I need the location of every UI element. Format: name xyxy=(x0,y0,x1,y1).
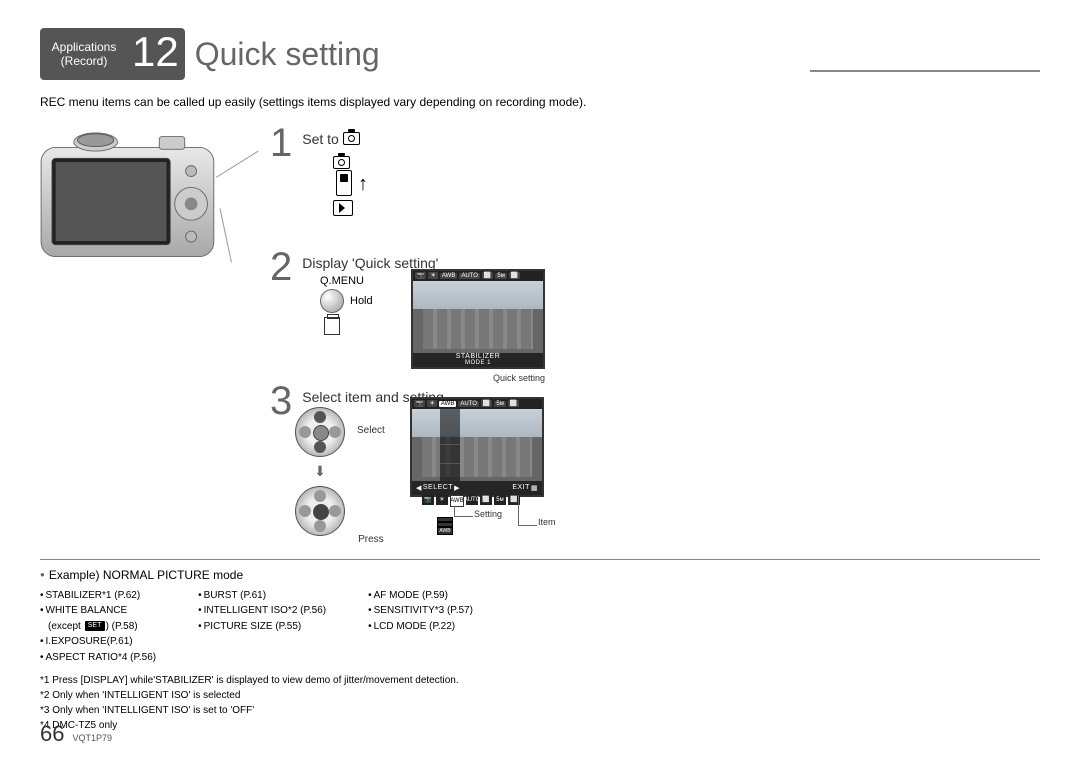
column-1: STABILIZER*1 (P.62) WHITE BALANCE (excep… xyxy=(40,588,156,666)
footnotes: *1 Press [DISPLAY] while'STABILIZER' is … xyxy=(40,673,1040,733)
item-label: Item xyxy=(538,517,556,527)
list-item: INTELLIGENT ISO*2 (P.56) xyxy=(198,603,326,619)
header-rule xyxy=(810,36,1040,72)
screen-stabilizer-label: STABILIZER xyxy=(456,353,501,360)
screen-preview-1: 📷☀AWBAUTO⬜5м⬜ STABILIZER MODE 1 Quick se… xyxy=(411,269,545,383)
trash-icon xyxy=(324,317,340,335)
screen-1-caption: Quick setting xyxy=(411,373,545,383)
list-item: AF MODE (P.59) xyxy=(368,588,473,604)
list-item: I.EXPOSURE(P.61) xyxy=(40,634,156,650)
qmenu-button-block: Q.MENU Hold xyxy=(320,275,373,335)
chapter-number: 12 xyxy=(128,28,185,80)
camera-icon xyxy=(343,132,360,145)
step-number: 2 xyxy=(270,249,292,285)
list-item: (except SET) (P.58) xyxy=(48,619,156,635)
select-label: Select xyxy=(357,425,385,436)
document-code: VQT1P79 xyxy=(72,733,112,743)
set-icon: SET xyxy=(85,621,105,631)
example-heading: Example) NORMAL PICTURE mode xyxy=(40,568,1040,582)
playback-icon xyxy=(333,200,353,216)
intro-text: REC menu items can be called up easily (… xyxy=(40,94,1040,111)
screen-mode-label: MODE 1 xyxy=(456,360,501,366)
list-item: PICTURE SIZE (P.55) xyxy=(198,619,326,635)
mode-switch-icons: ↑ xyxy=(333,155,368,216)
press-label: Press xyxy=(358,534,384,545)
rec-icon xyxy=(333,156,350,169)
qmenu-label: Q.MENU xyxy=(320,275,373,287)
page-number: 66 xyxy=(40,721,64,747)
settings-columns: STABILIZER*1 (P.62) WHITE BALANCE (excep… xyxy=(40,588,1040,666)
step-number: 3 xyxy=(270,383,292,419)
list-item: SENSITIVITY*3 (P.57) xyxy=(368,603,473,619)
dpad-press-icon xyxy=(295,486,345,536)
setting-label: Setting xyxy=(474,509,502,519)
screen-preview-2: 📷☀AWBAUTO⬜5м⬜ ◀SELECT▶ EXIT▦ xyxy=(410,397,544,497)
column-2: BURST (P.61) INTELLIGENT ISO*2 (P.56) PI… xyxy=(198,588,326,666)
camera-illustration xyxy=(32,117,232,292)
footnote-2: *2 Only when 'INTELLIGENT ISO' is select… xyxy=(40,688,1040,703)
dpad-select-icon xyxy=(295,407,345,457)
instruction-area: 1 Set to ↑ 2 Display 'Quick setting' Q.M… xyxy=(40,117,1040,557)
page-footer: 66 VQT1P79 xyxy=(40,721,112,747)
list-item: LCD MODE (P.22) xyxy=(368,619,473,635)
header-category: Applications (Record) xyxy=(40,36,128,73)
list-item: BURST (P.61) xyxy=(198,588,326,604)
list-item: WHITE BALANCE xyxy=(40,603,156,619)
switch-icon xyxy=(336,170,352,196)
footnote-3: *3 Only when 'INTELLIGENT ISO' is set to… xyxy=(40,703,1040,718)
footnote-4: *4 DMC-TZ5 only xyxy=(40,718,1040,733)
section-divider xyxy=(40,559,1040,560)
page-header: Applications (Record) 12 Quick setting xyxy=(40,28,1040,80)
hold-label: Hold xyxy=(350,295,373,307)
qmenu-button-icon xyxy=(320,289,344,313)
dpad-block: ⬇ Select Press xyxy=(295,407,385,545)
screen-exit-label: EXIT xyxy=(512,484,530,491)
page-title: Quick setting xyxy=(195,36,380,73)
step-2-title: Display 'Quick setting' xyxy=(302,249,438,271)
footnote-1: *1 Press [DISPLAY] while'STABILIZER' is … xyxy=(40,673,1040,688)
down-arrow-icon: ⬇ xyxy=(314,463,326,480)
list-item: STABILIZER*1 (P.62) xyxy=(40,588,156,604)
column-3: AF MODE (P.59) SENSITIVITY*3 (P.57) LCD … xyxy=(368,588,473,666)
screen-select-label: SELECT xyxy=(423,484,453,491)
step-number: 1 xyxy=(270,125,292,161)
up-arrow-icon: ↑ xyxy=(358,173,368,196)
list-item: ASPECT RATIO*4 (P.56) xyxy=(40,650,156,666)
setting-column-icons: AWB xyxy=(437,517,453,535)
